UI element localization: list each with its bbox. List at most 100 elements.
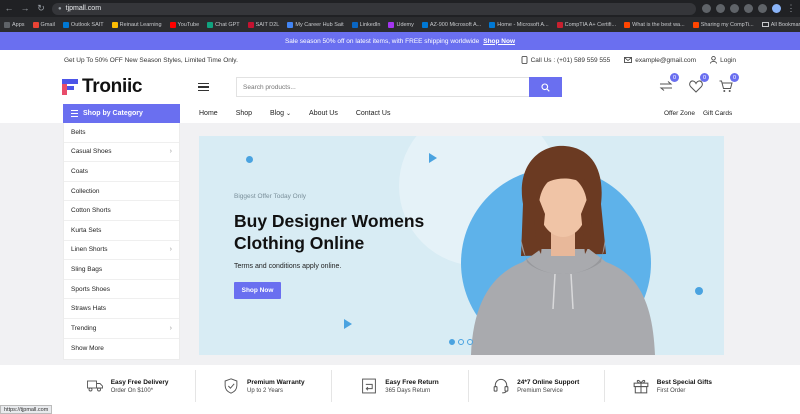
email-text: example@gmail.com <box>635 56 697 64</box>
bookmark-label: Outlook SAIT <box>70 21 104 28</box>
nav-about-us[interactable]: About Us <box>309 110 338 117</box>
info-row: Get Up To 50% OFF New Season Styles, Lim… <box>0 50 800 70</box>
bookmark-item[interactable]: SAIT D2L <box>247 21 284 28</box>
nav-right: Offer Zone Gift Cards <box>664 104 732 123</box>
nav-gift-cards[interactable]: Gift Cards <box>703 110 732 117</box>
call-us[interactable]: Call Us : (+01) 589 559 555 <box>521 56 611 64</box>
bookmark-item[interactable]: Outlook SAIT <box>62 21 108 28</box>
bookmark-label: Chat GPT <box>215 21 240 28</box>
browser-toolbar: ← → ↻ ● tjpmall.com ⋮ <box>0 0 800 17</box>
menu-dots-icon[interactable]: ⋮ <box>786 0 796 17</box>
shop-by-category-button[interactable]: Shop by Category <box>63 104 180 123</box>
puzzle-icon[interactable] <box>744 4 753 13</box>
forward-icon[interactable]: → <box>20 0 30 17</box>
category-label: Coats <box>71 167 88 175</box>
search-input[interactable] <box>236 77 529 97</box>
chevron-down-icon: ⌄ <box>286 111 292 117</box>
slider-dot[interactable] <box>449 339 455 345</box>
truck-icon <box>86 380 103 392</box>
category-item[interactable]: Belts <box>64 123 179 143</box>
profile-avatar[interactable] <box>772 4 781 13</box>
slider-dot[interactable] <box>467 339 473 345</box>
category-item[interactable]: Casual Shoes › <box>64 143 179 163</box>
nav-blog-label: Blog <box>270 110 285 117</box>
email-contact[interactable]: example@gmail.com <box>624 57 696 64</box>
hero-shop-now-button[interactable]: Shop Now <box>234 282 281 299</box>
all-bookmarks-button[interactable]: All Bookmarks <box>761 22 800 28</box>
extension-icon[interactable] <box>730 4 739 13</box>
sidebar-icon[interactable] <box>758 4 767 13</box>
bookmark-favicon-icon <box>388 21 395 28</box>
category-item[interactable]: Sports Shoes <box>64 280 179 300</box>
login-link[interactable]: Login <box>710 56 736 64</box>
bookmark-label: SAIT D2L <box>255 21 280 28</box>
category-item[interactable]: Linen Shorts › <box>64 241 179 261</box>
bookmark-item[interactable]: What is the best wa... <box>624 21 689 28</box>
category-label: Show More <box>71 344 104 352</box>
category-item[interactable]: Collection <box>64 182 179 202</box>
nav-home[interactable]: Home <box>199 110 218 117</box>
wishlist-button[interactable]: 0 <box>688 73 709 94</box>
reload-icon[interactable]: ↻ <box>36 0 46 17</box>
category-item[interactable]: Sling Bags <box>64 260 179 280</box>
category-label: Straws Hats <box>71 305 107 313</box>
category-item[interactable]: Cotton Shorts <box>64 201 179 221</box>
bookmark-label: AZ-900 Microsoft A... <box>429 21 482 28</box>
gift-icon <box>633 379 649 394</box>
chevron-right-icon: › <box>169 324 172 332</box>
star-icon[interactable] <box>702 4 711 13</box>
hamburger-menu-icon[interactable] <box>198 82 209 92</box>
bookmark-label: CompTIA A+ Certifi... <box>564 21 617 28</box>
site-info-icon[interactable]: ● <box>58 6 62 12</box>
nav-offer-zone[interactable]: Offer Zone <box>664 110 695 117</box>
heart-icon <box>689 79 703 93</box>
bookmark-item[interactable]: Udemy <box>388 21 417 28</box>
bookmark-favicon-icon <box>169 21 176 28</box>
nav-shop[interactable]: Shop <box>236 110 252 117</box>
category-item[interactable]: Trending › <box>64 319 179 339</box>
shield-icon <box>224 378 238 394</box>
slider-dot[interactable] <box>458 339 464 345</box>
bookmark-item[interactable]: Chat GPT <box>207 21 243 28</box>
search-button[interactable] <box>529 77 562 97</box>
bookmark-item[interactable]: Apps <box>4 21 29 28</box>
compare-icon <box>659 81 673 91</box>
address-bar[interactable]: ● tjpmall.com <box>52 2 696 15</box>
bookmark-item[interactable]: LinkedIn <box>351 21 385 28</box>
site-logo[interactable]: Troniic <box>62 76 192 98</box>
category-item[interactable]: Coats <box>64 162 179 182</box>
bookmark-item[interactable]: YouTube <box>169 21 204 28</box>
bookmark-item[interactable]: Gmail <box>32 21 59 28</box>
bookmark-favicon-icon <box>32 21 39 28</box>
bookmark-item[interactable]: AZ-900 Microsoft A... <box>421 21 485 28</box>
category-item[interactable]: Kurta Sets <box>64 221 179 241</box>
cart-badge: 0 <box>730 73 739 82</box>
promo-text: Sale season 50% off on latest items, wit… <box>284 37 480 45</box>
status-bar-url: https://tjpmall.com <box>0 405 53 414</box>
compare-button[interactable]: 0 <box>658 73 679 94</box>
hero-title: Buy Designer Womens Clothing Online <box>234 210 464 254</box>
nav-contact-us[interactable]: Contact Us <box>356 110 391 117</box>
bookmark-item[interactable]: Sharing my CompTi... <box>692 21 758 28</box>
chevron-right-icon: › <box>169 246 172 254</box>
main-nav: Home Shop Blog ⌄ About Us Contact Us <box>199 104 390 123</box>
category-label: Casual Shoes <box>71 148 112 156</box>
category-item[interactable]: Straws Hats <box>64 299 179 319</box>
bookmark-item[interactable]: CompTIA A+ Certifi... <box>556 21 621 28</box>
feature-item: Easy Free Delivery Order On $100* <box>60 370 197 402</box>
cart-button[interactable]: 0 <box>718 73 739 94</box>
bookmark-item[interactable]: Home - Microsoft A... <box>489 21 552 28</box>
bookmark-item[interactable]: Reinaut Learning <box>111 21 166 28</box>
bookmark-item[interactable]: My Career Hub Sait <box>287 21 347 28</box>
bookmarks-bar: Apps Gmail Outlook SAIT Reinaut Learning You… <box>0 17 800 32</box>
back-icon[interactable]: ← <box>4 0 14 17</box>
feature-title: Easy Free Delivery <box>110 378 169 386</box>
promo-shop-now-link[interactable]: Shop Now <box>483 38 515 45</box>
feature-title: Premium Warranty <box>247 378 305 386</box>
nav-blog[interactable]: Blog ⌄ <box>270 110 291 117</box>
extension-icon[interactable] <box>716 4 725 13</box>
category-item[interactable]: Show More <box>64 339 179 359</box>
features-strip: Easy Free Delivery Order On $100* Premiu… <box>60 370 740 402</box>
call-us-text: Call Us : (+01) 589 559 555 <box>530 56 611 64</box>
hero-title-line: Clothing Online <box>234 233 365 253</box>
